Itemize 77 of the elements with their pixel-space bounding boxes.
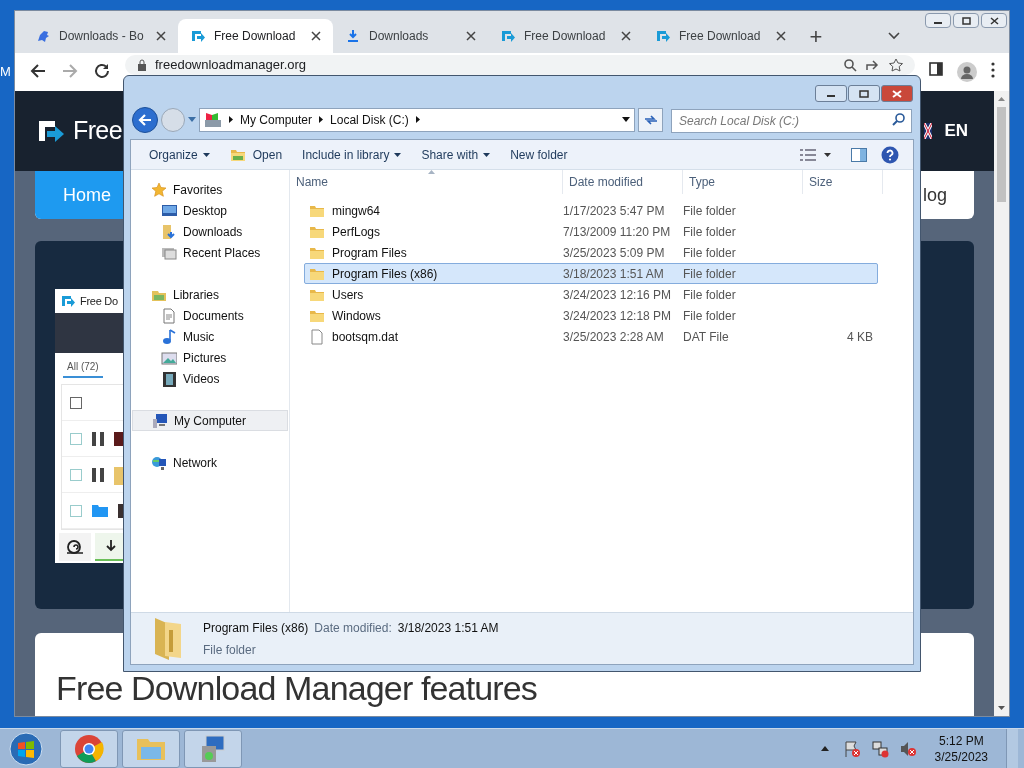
browser-tab[interactable]: Free Download [488, 19, 643, 53]
nav-item[interactable]: Pictures [131, 347, 289, 368]
tab-title: Downloads [369, 28, 430, 45]
toolbar-button[interactable]: Share with [411, 141, 501, 168]
breadcrumb-item[interactable]: Local Disk (C:) [330, 110, 409, 129]
nav-item[interactable]: Recent Places [131, 242, 289, 263]
file-name: bootsqm.dat [332, 328, 399, 346]
size-cell-text: 4 KB [846, 328, 873, 346]
address-bar[interactable]: My Computer Local Disk (C:) [199, 107, 635, 132]
app-title: Free Do [80, 293, 118, 309]
type-cell-text: File folder [683, 202, 737, 220]
logo-text[interactable]: Free [73, 112, 122, 150]
file-name: Program Files [332, 244, 407, 262]
filter-tab[interactable]: All (72) [63, 359, 103, 379]
type-cell-text: File folder [683, 307, 737, 325]
file-row[interactable]: Users 3/24/2023 12:16 PM File folder [304, 284, 878, 305]
item-type: File folder [203, 641, 257, 659]
browser-tab[interactable]: Free Download [643, 19, 798, 53]
date-cell-text: 3/18/2023 1:51 AM [563, 265, 665, 283]
browser-tab[interactable]: Downloads [333, 19, 488, 53]
date-label: Date modified: [314, 619, 392, 637]
new-tab-button[interactable]: + [798, 19, 834, 53]
browser-tab[interactable]: Free Download [178, 19, 333, 53]
type-cell-text: File folder [683, 223, 737, 241]
toolbar-button[interactable]: Organize [139, 141, 220, 168]
nav-item[interactable]: Videos [131, 368, 289, 389]
file-row[interactable]: bootsqm.dat 3/25/2023 2:28 AM DAT File 4 KB [304, 326, 878, 347]
nav-item[interactable]: My Computer [132, 410, 288, 431]
browser-tab[interactable]: Downloads - Bo [23, 19, 178, 53]
language-selector[interactable]: EN [944, 118, 968, 144]
breadcrumb-item[interactable]: My Computer [240, 110, 313, 129]
nav-item[interactable]: Favorites [132, 179, 288, 200]
toolbar-button[interactable]: New folder [500, 141, 578, 168]
file-name: Users [332, 286, 364, 304]
search-field[interactable]: Search Local Disk (C:) [671, 108, 912, 133]
file-row[interactable]: Program Files (x86) 3/18/2023 1:51 AM File folder [304, 263, 878, 284]
tab-title: Free Download [524, 28, 607, 45]
file-row[interactable]: mingw64 1/17/2023 5:47 PM File folder [304, 200, 878, 221]
toolbar-button[interactable]: Open [219, 141, 293, 168]
date-cell-text: 3/25/2023 5:09 PM [563, 244, 666, 262]
type-cell-text: File folder [683, 286, 737, 304]
nav-item[interactable]: Libraries [132, 284, 288, 305]
type-cell-text: File folder [683, 244, 737, 262]
nav-item[interactable]: Music [131, 326, 289, 347]
file-row[interactable]: Windows 3/24/2023 12:18 PM File folder [304, 305, 878, 326]
column-header[interactable]: Type [683, 170, 803, 194]
nav-item[interactable]: Downloads [131, 221, 289, 242]
file-row[interactable]: Program Files 3/25/2023 5:09 PM File folder [304, 242, 878, 263]
tab-title: Downloads - Bo [59, 28, 145, 45]
date-cell-text: 3/24/2023 12:18 PM [563, 307, 673, 325]
column-header[interactable]: Size [803, 170, 883, 194]
nav-item[interactable]: Desktop [131, 200, 289, 221]
item-name: Program Files (x86) [203, 619, 309, 637]
url-text: freedownloadmanager.org [155, 56, 308, 75]
type-cell-text: DAT File [683, 328, 730, 346]
address-bar[interactable]: freedownloadmanager.org [125, 55, 915, 75]
nav-link[interactable]: log [923, 171, 974, 219]
tab-title: Free Download [214, 28, 297, 45]
tab-title: Free Download [679, 28, 762, 45]
desktop-icon-label[interactable]: M [0, 62, 11, 82]
nav-item[interactable]: Network [132, 452, 288, 473]
date-cell-text: 3/25/2023 2:28 AM [563, 328, 665, 346]
date-cell-text: 7/13/2009 11:20 PM [563, 223, 672, 241]
toolbar-button[interactable]: Include in library [292, 141, 412, 168]
file-row[interactable]: PerfLogs 7/13/2009 11:20 PM File folder [304, 221, 878, 242]
date-cell-text: 3/24/2023 12:16 PM [563, 286, 673, 304]
nav-item[interactable]: Documents [131, 305, 289, 326]
file-name: Windows [332, 307, 381, 325]
file-name: PerfLogs [332, 223, 381, 241]
clock[interactable]: 5:12 PM 3/25/2023 [934, 732, 988, 765]
type-cell-text: File folder [683, 265, 737, 283]
section-heading: Free Download Manager features [56, 668, 538, 709]
column-header[interactable]: Date modified [563, 170, 683, 194]
date-value: 3/18/2023 1:51 AM [397, 619, 499, 637]
date-cell-text: 1/17/2023 5:47 PM [563, 202, 666, 220]
file-name: Program Files (x86) [332, 265, 438, 283]
file-name: mingw64 [332, 202, 381, 220]
